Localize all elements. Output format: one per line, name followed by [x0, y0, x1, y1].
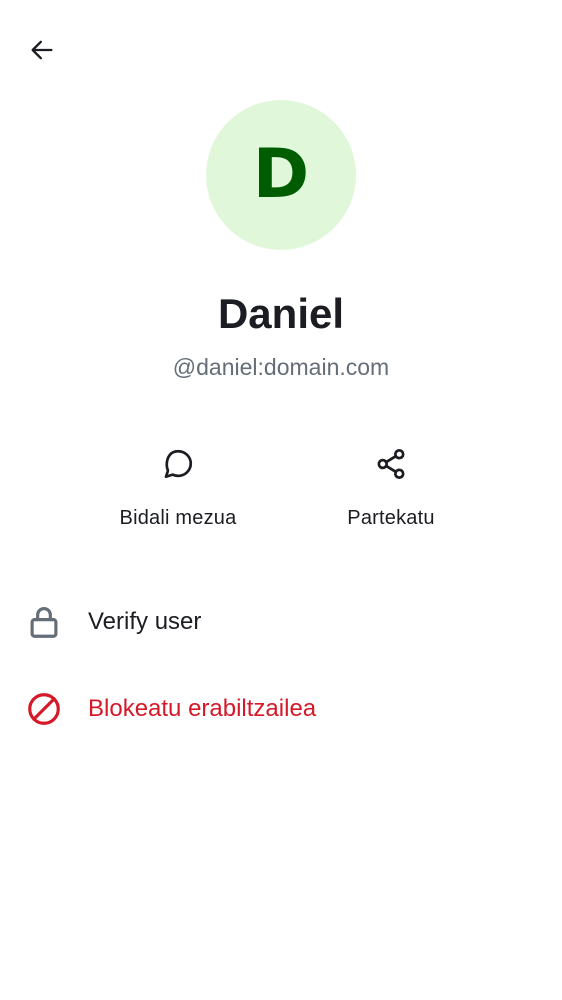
share-button[interactable]: Partekatu: [296, 444, 486, 544]
block-icon: [24, 689, 64, 729]
block-user-item[interactable]: Blokeatu erabiltzailea: [0, 673, 562, 745]
send-message-label: Bidali mezua: [119, 507, 237, 529]
arrow-left-icon: [31, 40, 53, 60]
share-label: Partekatu: [347, 507, 435, 529]
verify-user-label: Verify user: [88, 608, 202, 635]
block-user-label: Blokeatu erabiltzailea: [88, 695, 317, 722]
back-button[interactable]: [20, 28, 64, 72]
display-name: Daniel: [217, 290, 345, 337]
send-message-button[interactable]: Bidali mezua: [83, 444, 273, 544]
avatar-initial: D: [252, 135, 310, 214]
verify-user-item[interactable]: Verify user: [0, 586, 562, 658]
lock-icon: [24, 602, 64, 642]
share-icon: [371, 444, 411, 484]
avatar: D: [206, 100, 356, 250]
user-id: @daniel:domain.com: [172, 354, 390, 380]
chat-bubble-icon: [158, 444, 198, 484]
